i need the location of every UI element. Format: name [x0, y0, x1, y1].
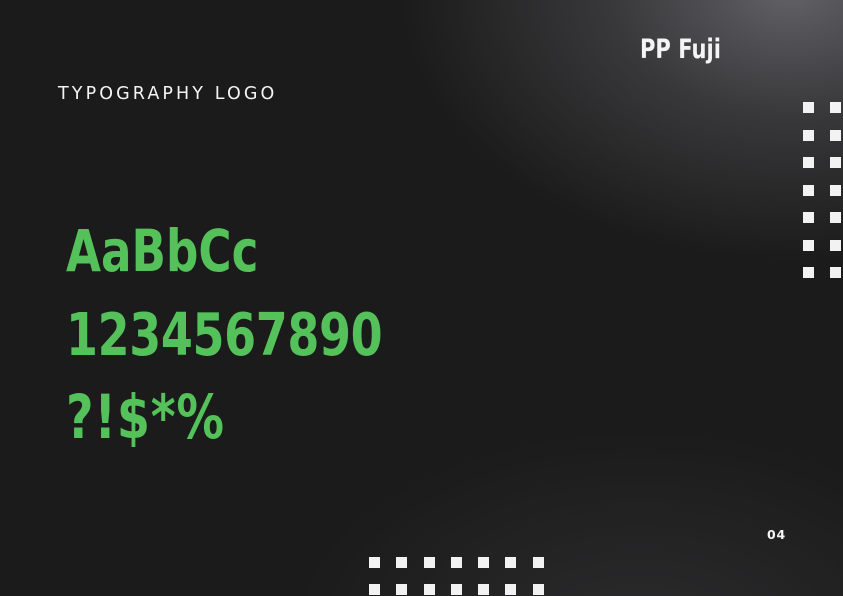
decorative-dot [450, 557, 462, 568]
decorative-dot [369, 557, 380, 568]
specimen-letters: AaBbCc [66, 217, 259, 285]
decorative-dot [803, 157, 814, 168]
right-dot-grid [803, 102, 841, 278]
decorative-dot [505, 584, 517, 595]
decorative-dot [396, 557, 408, 568]
decorative-dot [505, 557, 517, 568]
decorative-dot [830, 184, 841, 196]
decorative-dot [369, 584, 380, 595]
decorative-dot [803, 267, 814, 278]
decorative-dot [803, 239, 814, 251]
specimen-digits: 1234567890 [66, 300, 383, 369]
font-name-label: PP Fuji [640, 34, 721, 65]
specimen-symbols: ?!$*% [66, 382, 225, 453]
decorative-dot [532, 584, 544, 595]
decorative-dot [803, 129, 814, 141]
decorative-dot [830, 212, 841, 223]
decorative-dot [478, 584, 490, 595]
decorative-dot [830, 157, 841, 168]
decorative-dot [450, 584, 462, 595]
decorative-dot [478, 557, 490, 568]
decorative-dot [423, 584, 435, 595]
decorative-dot [830, 239, 841, 251]
decorative-dot [532, 557, 544, 568]
decorative-dot [803, 212, 814, 223]
decorative-dot [803, 102, 814, 113]
typography-slide: TYPOGRAPHY LOGO PP Fuji AaBbCc 123456789… [0, 0, 843, 596]
decorative-dot [830, 267, 841, 278]
decorative-dot [396, 584, 408, 595]
decorative-dot [803, 184, 814, 196]
page-number: 04 [767, 527, 786, 542]
bottom-dot-grid [369, 557, 544, 595]
decorative-dot [830, 102, 841, 113]
decorative-dot [423, 557, 435, 568]
decorative-dot [830, 129, 841, 141]
slide-heading: TYPOGRAPHY LOGO [58, 84, 278, 104]
